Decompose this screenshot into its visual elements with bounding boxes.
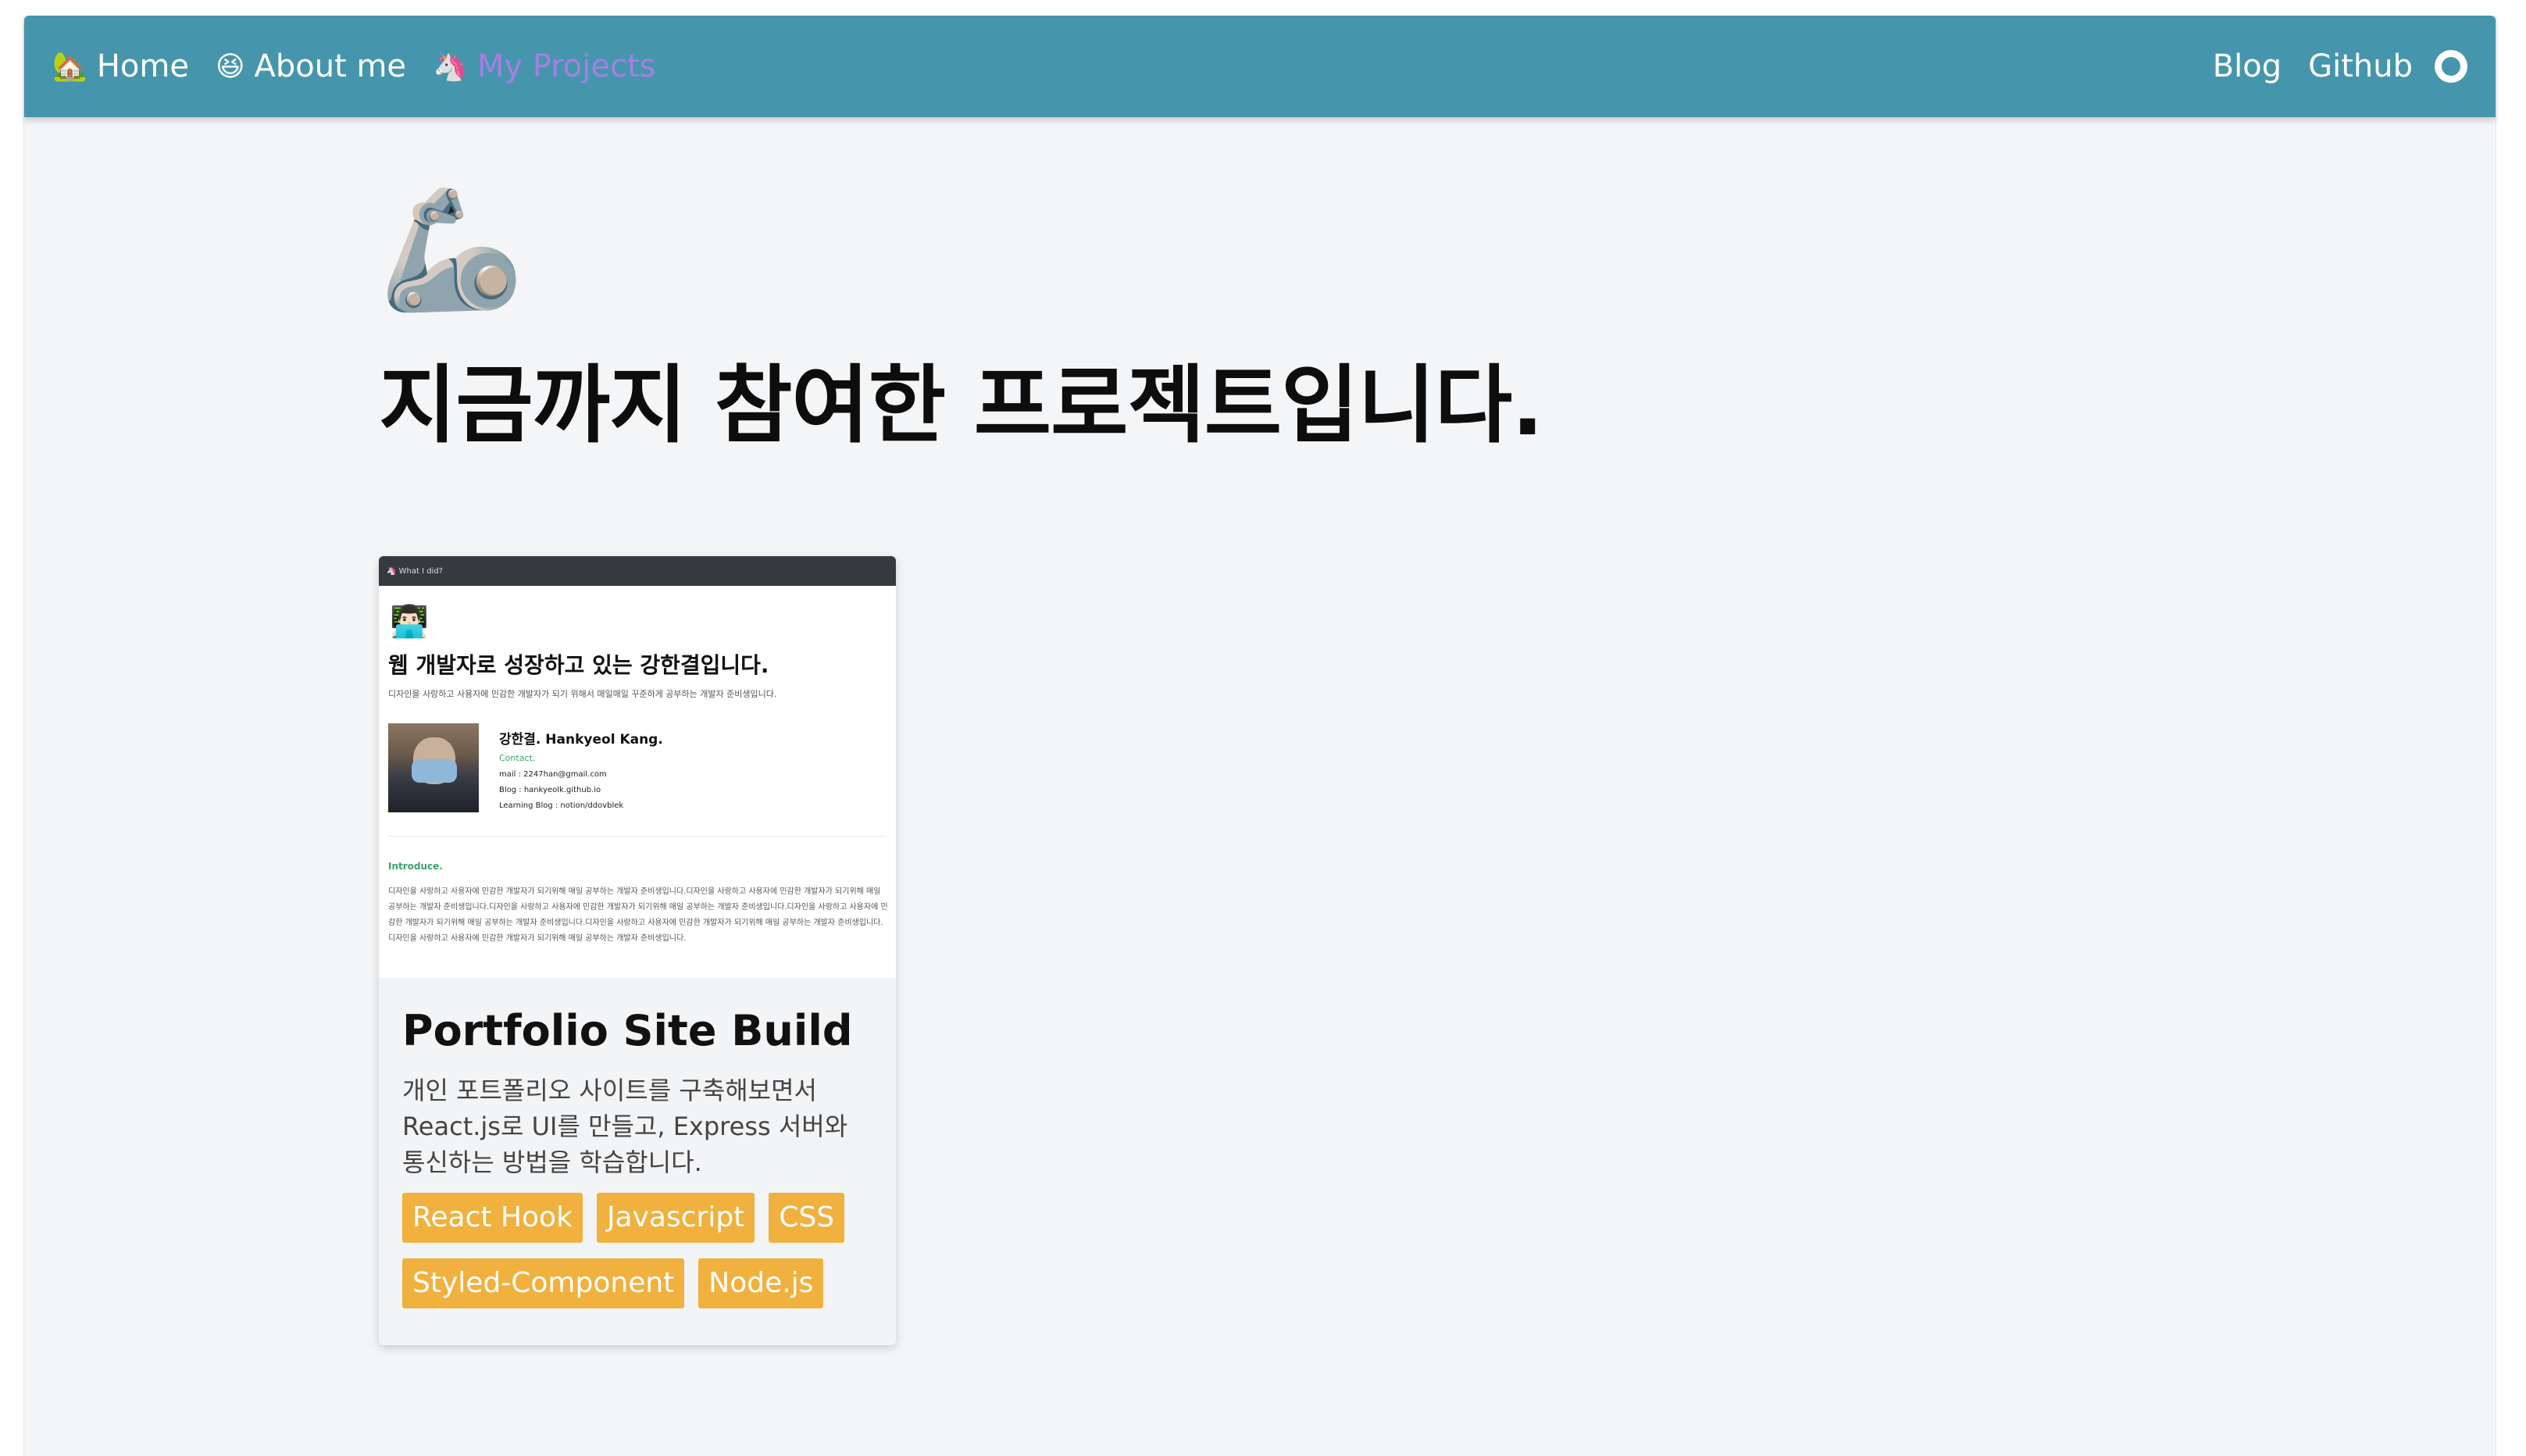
screenshot-blog: Blog : hankyeolk.github.io [499, 786, 601, 794]
screenshot-navbar: 🦄 What I did? [379, 556, 896, 586]
project-description: 개인 포트폴리오 사이트를 구축해보면서 React.js로 UI를 만들고, … [402, 1076, 848, 1177]
project-title: Portfolio Site Build [402, 1006, 853, 1055]
github-icon[interactable] [2435, 50, 2467, 83]
nav-github-link[interactable]: Github [2308, 48, 2413, 84]
navbar: 🏡 Home 😆 About me 🦄 My Projects Blog Git… [24, 16, 2496, 117]
tech-tags: React Hook Javascript CSS Styled-Compone… [402, 1193, 872, 1324]
nav-left: 🏡 Home 😆 About me 🦄 My Projects [52, 48, 682, 84]
screenshot-learning-blog: Learning Blog : notion/ddovblek [499, 801, 624, 810]
nav-about-link[interactable]: 😆 About me [216, 48, 406, 84]
tag-styled-component: Styled-Component [402, 1258, 685, 1308]
photo-mask [412, 759, 457, 783]
screenshot-name: 강한결. Hankyeol Kang. [499, 732, 663, 748]
tag-nodejs: Node.js [698, 1258, 824, 1308]
projects-header: 🦾 지금까지 참여한 프로젝트입니다. [379, 180, 1543, 459]
page-title: 지금까지 참여한 프로젝트입니다. [379, 357, 1543, 455]
nav-home-link[interactable]: 🏡 Home [52, 48, 189, 84]
nav-about-label: About me [254, 48, 407, 84]
screenshot-divider [388, 836, 887, 837]
project-screenshot: 🦄 What I did? 👨🏻‍💻 웹 개발자로 성장하고 있는 강한결입니다… [379, 556, 896, 978]
tag-react-hook: React Hook [402, 1193, 583, 1243]
page-frame: 🏡 Home 😆 About me 🦄 My Projects Blog Git… [23, 16, 2496, 1456]
unicorn-icon: 🦄 [433, 51, 468, 83]
screenshot-subtitle: 디자인을 사랑하고 사용자에 민감한 개발자가 되기 위해서 매일매일 꾸준하게… [388, 689, 777, 699]
laughing-face-icon: 😆 [215, 50, 245, 83]
nav-home-label: Home [96, 48, 189, 84]
screenshot-intro-label: Introduce. [388, 861, 443, 872]
developer-avatar-icon: 👨🏻‍💻 [390, 604, 429, 640]
nav-projects-label: My Projects [476, 48, 656, 84]
nav-projects-link[interactable]: 🦄 My Projects [433, 48, 655, 84]
tag-css: CSS [769, 1193, 845, 1243]
profile-photo [388, 723, 479, 812]
house-icon: 🏡 [52, 51, 87, 83]
screenshot-title: 웹 개발자로 성장하고 있는 강한결입니다. [388, 652, 769, 678]
screenshot-intro-text: 디자인을 사랑하고 사용자에 민감한 개발자가 되기위해 매일 공부하는 개발자… [388, 887, 888, 943]
project-card[interactable]: 🦄 What I did? 👨🏻‍💻 웹 개발자로 성장하고 있는 강한결입니다… [379, 556, 896, 1345]
mechanical-arm-icon: 🦾 [379, 182, 525, 318]
nav-right: Blog Github [2186, 48, 2467, 84]
tag-javascript: Javascript [596, 1193, 755, 1243]
nav-blog-link[interactable]: Blog [2213, 48, 2282, 84]
card-body: Portfolio Site Build 개인 포트폴리오 사이트를 구축해보면… [379, 978, 896, 1324]
screenshot-contact-label: Contact. [499, 753, 536, 763]
screenshot-mail: mail : 2247han@gmail.com [499, 770, 607, 779]
